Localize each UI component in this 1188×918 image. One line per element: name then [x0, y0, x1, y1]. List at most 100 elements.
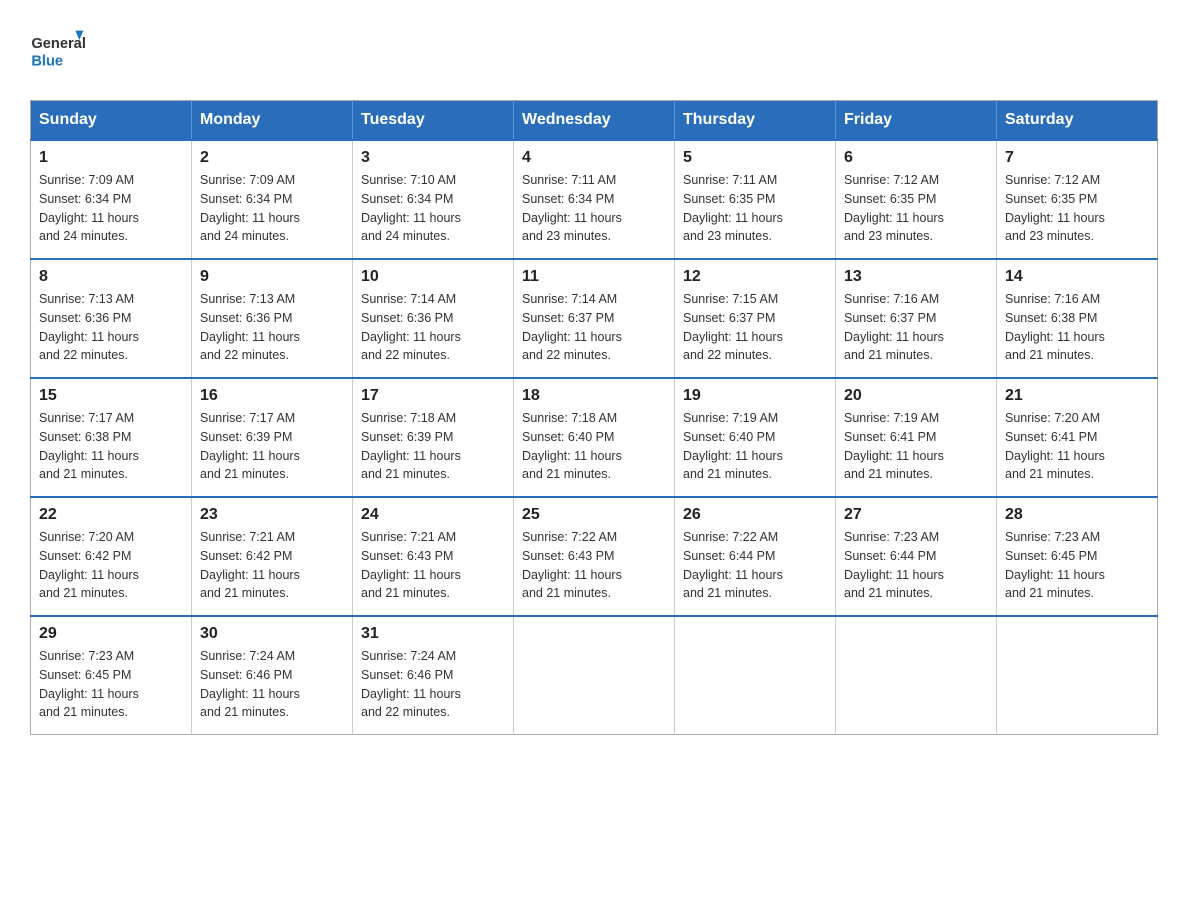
day-info: Sunrise: 7:24 AM Sunset: 6:46 PM Dayligh… [361, 647, 505, 722]
day-number: 29 [39, 625, 183, 643]
calendar-cell: 20 Sunrise: 7:19 AM Sunset: 6:41 PM Dayl… [836, 378, 997, 497]
day-info: Sunrise: 7:11 AM Sunset: 6:35 PM Dayligh… [683, 171, 827, 246]
day-number: 12 [683, 268, 827, 286]
day-info: Sunrise: 7:22 AM Sunset: 6:44 PM Dayligh… [683, 528, 827, 603]
day-info: Sunrise: 7:16 AM Sunset: 6:37 PM Dayligh… [844, 290, 988, 365]
calendar-cell [836, 616, 997, 735]
day-number: 18 [522, 387, 666, 405]
day-number: 23 [200, 506, 344, 524]
calendar-cell: 9 Sunrise: 7:13 AM Sunset: 6:36 PM Dayli… [192, 259, 353, 378]
day-info: Sunrise: 7:12 AM Sunset: 6:35 PM Dayligh… [844, 171, 988, 246]
calendar-cell [675, 616, 836, 735]
day-info: Sunrise: 7:10 AM Sunset: 6:34 PM Dayligh… [361, 171, 505, 246]
calendar-cell: 6 Sunrise: 7:12 AM Sunset: 6:35 PM Dayli… [836, 140, 997, 259]
day-info: Sunrise: 7:17 AM Sunset: 6:39 PM Dayligh… [200, 409, 344, 484]
day-number: 27 [844, 506, 988, 524]
day-number: 6 [844, 149, 988, 167]
calendar-cell: 2 Sunrise: 7:09 AM Sunset: 6:34 PM Dayli… [192, 140, 353, 259]
day-info: Sunrise: 7:20 AM Sunset: 6:41 PM Dayligh… [1005, 409, 1149, 484]
calendar-cell: 23 Sunrise: 7:21 AM Sunset: 6:42 PM Dayl… [192, 497, 353, 616]
calendar-cell: 11 Sunrise: 7:14 AM Sunset: 6:37 PM Dayl… [514, 259, 675, 378]
calendar-cell: 10 Sunrise: 7:14 AM Sunset: 6:36 PM Dayl… [353, 259, 514, 378]
day-number: 3 [361, 149, 505, 167]
calendar-cell: 21 Sunrise: 7:20 AM Sunset: 6:41 PM Dayl… [997, 378, 1158, 497]
day-number: 5 [683, 149, 827, 167]
calendar-cell: 16 Sunrise: 7:17 AM Sunset: 6:39 PM Dayl… [192, 378, 353, 497]
day-number: 20 [844, 387, 988, 405]
day-header-tuesday: Tuesday [353, 101, 514, 141]
day-info: Sunrise: 7:11 AM Sunset: 6:34 PM Dayligh… [522, 171, 666, 246]
calendar-cell: 27 Sunrise: 7:23 AM Sunset: 6:44 PM Dayl… [836, 497, 997, 616]
day-header-sunday: Sunday [31, 101, 192, 141]
day-number: 30 [200, 625, 344, 643]
day-number: 13 [844, 268, 988, 286]
day-info: Sunrise: 7:18 AM Sunset: 6:40 PM Dayligh… [522, 409, 666, 484]
day-info: Sunrise: 7:18 AM Sunset: 6:39 PM Dayligh… [361, 409, 505, 484]
calendar-cell: 24 Sunrise: 7:21 AM Sunset: 6:43 PM Dayl… [353, 497, 514, 616]
day-info: Sunrise: 7:19 AM Sunset: 6:40 PM Dayligh… [683, 409, 827, 484]
day-header-monday: Monday [192, 101, 353, 141]
day-info: Sunrise: 7:13 AM Sunset: 6:36 PM Dayligh… [200, 290, 344, 365]
day-info: Sunrise: 7:12 AM Sunset: 6:35 PM Dayligh… [1005, 171, 1149, 246]
day-info: Sunrise: 7:09 AM Sunset: 6:34 PM Dayligh… [200, 171, 344, 246]
day-header-saturday: Saturday [997, 101, 1158, 141]
week-row-1: 1 Sunrise: 7:09 AM Sunset: 6:34 PM Dayli… [31, 140, 1158, 259]
day-info: Sunrise: 7:24 AM Sunset: 6:46 PM Dayligh… [200, 647, 344, 722]
day-number: 31 [361, 625, 505, 643]
day-number: 4 [522, 149, 666, 167]
day-number: 16 [200, 387, 344, 405]
day-number: 1 [39, 149, 183, 167]
day-info: Sunrise: 7:22 AM Sunset: 6:43 PM Dayligh… [522, 528, 666, 603]
day-number: 11 [522, 268, 666, 286]
day-number: 26 [683, 506, 827, 524]
day-info: Sunrise: 7:20 AM Sunset: 6:42 PM Dayligh… [39, 528, 183, 603]
calendar-cell: 15 Sunrise: 7:17 AM Sunset: 6:38 PM Dayl… [31, 378, 192, 497]
week-row-5: 29 Sunrise: 7:23 AM Sunset: 6:45 PM Dayl… [31, 616, 1158, 735]
week-row-2: 8 Sunrise: 7:13 AM Sunset: 6:36 PM Dayli… [31, 259, 1158, 378]
calendar-table: SundayMondayTuesdayWednesdayThursdayFrid… [30, 100, 1158, 735]
day-info: Sunrise: 7:13 AM Sunset: 6:36 PM Dayligh… [39, 290, 183, 365]
calendar-cell: 1 Sunrise: 7:09 AM Sunset: 6:34 PM Dayli… [31, 140, 192, 259]
calendar-cell: 12 Sunrise: 7:15 AM Sunset: 6:37 PM Dayl… [675, 259, 836, 378]
day-number: 8 [39, 268, 183, 286]
svg-text:General: General [31, 36, 86, 52]
day-info: Sunrise: 7:16 AM Sunset: 6:38 PM Dayligh… [1005, 290, 1149, 365]
svg-text:Blue: Blue [31, 53, 63, 69]
day-number: 28 [1005, 506, 1149, 524]
day-info: Sunrise: 7:23 AM Sunset: 6:45 PM Dayligh… [1005, 528, 1149, 603]
day-info: Sunrise: 7:23 AM Sunset: 6:44 PM Dayligh… [844, 528, 988, 603]
day-number: 2 [200, 149, 344, 167]
calendar-cell: 29 Sunrise: 7:23 AM Sunset: 6:45 PM Dayl… [31, 616, 192, 735]
day-number: 25 [522, 506, 666, 524]
calendar-cell: 28 Sunrise: 7:23 AM Sunset: 6:45 PM Dayl… [997, 497, 1158, 616]
calendar-cell: 17 Sunrise: 7:18 AM Sunset: 6:39 PM Dayl… [353, 378, 514, 497]
calendar-cell: 18 Sunrise: 7:18 AM Sunset: 6:40 PM Dayl… [514, 378, 675, 497]
day-number: 17 [361, 387, 505, 405]
calendar-cell: 8 Sunrise: 7:13 AM Sunset: 6:36 PM Dayli… [31, 259, 192, 378]
calendar-cell: 31 Sunrise: 7:24 AM Sunset: 6:46 PM Dayl… [353, 616, 514, 735]
day-info: Sunrise: 7:09 AM Sunset: 6:34 PM Dayligh… [39, 171, 183, 246]
calendar-cell: 3 Sunrise: 7:10 AM Sunset: 6:34 PM Dayli… [353, 140, 514, 259]
day-info: Sunrise: 7:21 AM Sunset: 6:42 PM Dayligh… [200, 528, 344, 603]
day-number: 22 [39, 506, 183, 524]
calendar-cell [514, 616, 675, 735]
day-number: 7 [1005, 149, 1149, 167]
logo-svg: General Blue [30, 20, 90, 80]
calendar-cell: 26 Sunrise: 7:22 AM Sunset: 6:44 PM Dayl… [675, 497, 836, 616]
day-number: 10 [361, 268, 505, 286]
calendar-cell: 19 Sunrise: 7:19 AM Sunset: 6:40 PM Dayl… [675, 378, 836, 497]
day-info: Sunrise: 7:14 AM Sunset: 6:36 PM Dayligh… [361, 290, 505, 365]
day-number: 14 [1005, 268, 1149, 286]
calendar-cell: 7 Sunrise: 7:12 AM Sunset: 6:35 PM Dayli… [997, 140, 1158, 259]
logo: General Blue [30, 20, 90, 80]
calendar-cell: 13 Sunrise: 7:16 AM Sunset: 6:37 PM Dayl… [836, 259, 997, 378]
day-header-friday: Friday [836, 101, 997, 141]
day-info: Sunrise: 7:15 AM Sunset: 6:37 PM Dayligh… [683, 290, 827, 365]
day-number: 21 [1005, 387, 1149, 405]
day-header-wednesday: Wednesday [514, 101, 675, 141]
calendar-cell: 5 Sunrise: 7:11 AM Sunset: 6:35 PM Dayli… [675, 140, 836, 259]
day-number: 15 [39, 387, 183, 405]
calendar-cell: 4 Sunrise: 7:11 AM Sunset: 6:34 PM Dayli… [514, 140, 675, 259]
day-info: Sunrise: 7:23 AM Sunset: 6:45 PM Dayligh… [39, 647, 183, 722]
days-header-row: SundayMondayTuesdayWednesdayThursdayFrid… [31, 101, 1158, 141]
